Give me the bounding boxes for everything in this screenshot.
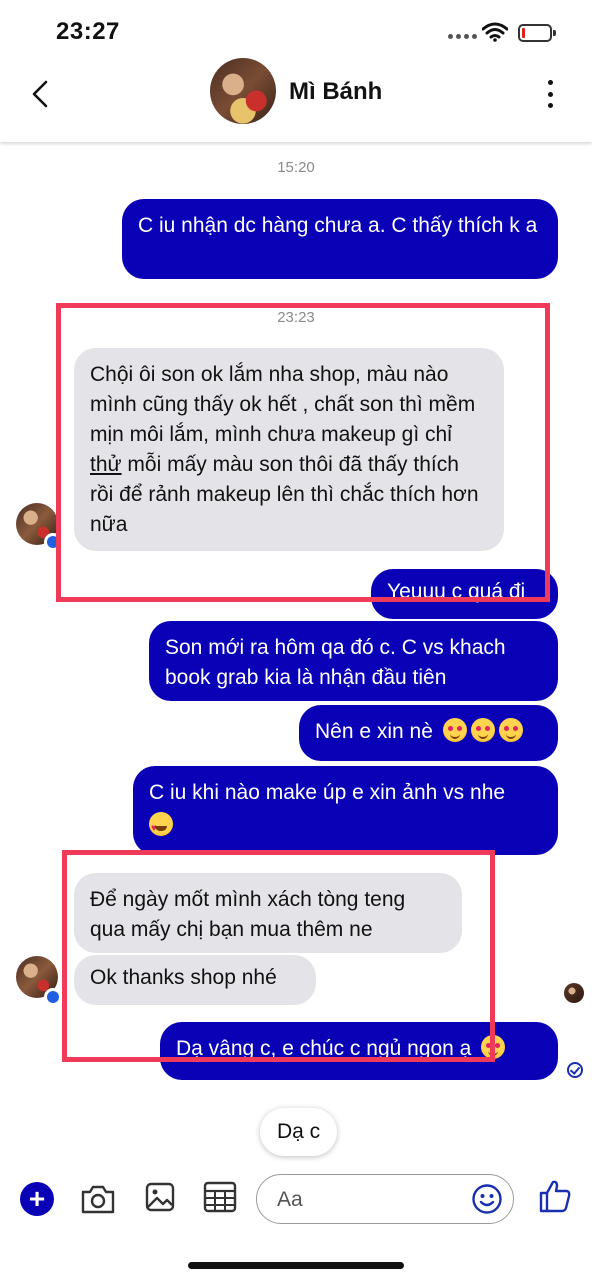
- sticker-grid-icon[interactable]: [203, 1181, 237, 1213]
- sent-message[interactable]: Yeuuu c quá đi: [371, 569, 558, 619]
- message-text: Nên e xin nè: [315, 720, 433, 743]
- gallery-icon[interactable]: [145, 1182, 175, 1212]
- emoji-icon[interactable]: [471, 1183, 503, 1215]
- message-input[interactable]: [277, 1185, 467, 1215]
- chat-header: Mì Bánh: [0, 58, 592, 142]
- messenger-badge-icon: [44, 988, 62, 1006]
- sent-message[interactable]: Nên e xin nè: [299, 705, 558, 761]
- sent-message[interactable]: Dạ vâng c, e chúc c ngủ ngon ạ: [160, 1022, 558, 1080]
- message-text: Dạ vâng c, e chúc c ngủ ngon ạ: [176, 1037, 472, 1060]
- messenger-badge-icon: [44, 533, 62, 551]
- message-list[interactable]: 15:20 C iu nhận dc hàng chưa a. C thấy t…: [0, 142, 592, 1162]
- timestamp: 15:20: [277, 159, 315, 176]
- home-indicator: [188, 1262, 404, 1269]
- plus-icon[interactable]: +: [20, 1182, 54, 1216]
- composer-bar: +: [0, 1162, 592, 1280]
- received-message[interactable]: Chội ôi son ok lắm nha shop, màu nào mìn…: [74, 348, 504, 551]
- message-text: mỗi mấy màu son thôi đã thấy thích rồi đ…: [90, 453, 479, 536]
- sent-message[interactable]: C iu nhận dc hàng chưa a. C thấy thích k…: [122, 199, 558, 279]
- more-icon[interactable]: [540, 80, 560, 108]
- battery-icon: [518, 24, 556, 42]
- smiling-hearts-emoji-icon: [498, 718, 523, 742]
- heart-eyes-emoji-icon: [149, 812, 173, 844]
- signal-icon: [448, 34, 478, 42]
- delivered-check-icon: [567, 1062, 583, 1078]
- timestamp: 23:23: [277, 309, 315, 326]
- status-bar: 23:27: [0, 0, 592, 58]
- sent-message[interactable]: C iu khi nào make úp e xin ảnh vs nhe: [133, 766, 558, 855]
- message-text: C iu khi nào make úp e xin ảnh vs nhe: [149, 781, 506, 804]
- sent-message[interactable]: Son mới ra hôm qa đó c. C vs khach book …: [149, 621, 558, 701]
- status-time: 23:27: [56, 18, 120, 45]
- message-text-underlined: thử: [90, 453, 122, 476]
- contact-name[interactable]: Mì Bánh: [289, 78, 382, 106]
- wifi-icon: [482, 22, 508, 42]
- smiling-hearts-emoji-icon: [481, 1035, 506, 1059]
- message-text: Chội ôi son ok lắm nha shop, màu nào mìn…: [90, 363, 476, 446]
- camera-icon[interactable]: [80, 1182, 116, 1216]
- contact-avatar[interactable]: [210, 58, 276, 124]
- like-icon[interactable]: [538, 1178, 572, 1214]
- received-message[interactable]: Để ngày mốt mình xách tòng teng qua mấy …: [74, 873, 462, 953]
- received-message[interactable]: Ok thanks shop nhé: [74, 955, 316, 1005]
- smiling-hearts-emoji-icon: [470, 718, 495, 742]
- back-icon[interactable]: [22, 76, 58, 112]
- seen-avatar-icon: [564, 983, 584, 1003]
- quick-reply-chip[interactable]: Dạ c: [260, 1108, 338, 1156]
- message-input-container[interactable]: [256, 1174, 514, 1224]
- smiling-hearts-emoji-icon: [442, 718, 467, 742]
